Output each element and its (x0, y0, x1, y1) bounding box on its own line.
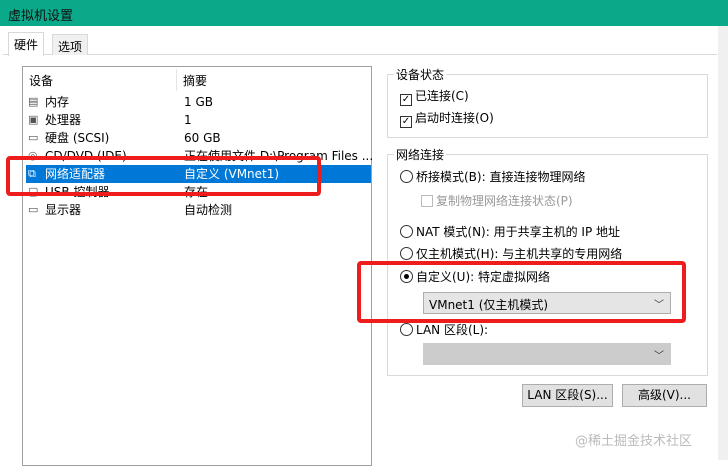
device-name: 硬盘 (SCSI) (45, 131, 110, 145)
lan-segment-select[interactable]: ﹀ (423, 343, 671, 365)
device-row-cpu[interactable]: ▣ 处理器 1 (26, 111, 371, 129)
radio-label: LAN 区段(L): (416, 323, 489, 337)
device-summary: 自动检测 (184, 203, 233, 217)
group-title: 网络连接 (394, 146, 447, 163)
radio-icon (400, 170, 413, 183)
window-edge (718, 26, 728, 460)
tab-label: 硬件 (14, 38, 39, 52)
device-summary: 1 (184, 113, 192, 127)
device-summary: 60 GB (184, 131, 221, 145)
checkbox-icon (421, 195, 433, 207)
group-title: 设备状态 (394, 66, 447, 83)
check-icon: ✓ (400, 116, 412, 128)
checkbox-label: 复制物理网络连接状态(P) (436, 194, 573, 208)
radio-label: 桥接模式(B): 直接连接物理网络 (416, 170, 586, 184)
connect-on-start-checkbox[interactable]: ✓ 启动时连接(O) (400, 109, 494, 128)
device-name: 内存 (45, 95, 70, 109)
memory-icon: ▤ (28, 95, 39, 108)
bridged-radio[interactable]: 桥接模式(B): 直接连接物理网络 (400, 168, 585, 186)
nat-radio[interactable]: NAT 模式(N): 用于共享主机的 IP 地址 (400, 223, 620, 241)
device-row-memory[interactable]: ▤ 内存 1 GB (26, 93, 371, 111)
radio-label: NAT 模式(N): 用于共享主机的 IP 地址 (416, 225, 621, 239)
radio-label: 仅主机模式(H): 与主机共享的专用网络 (416, 247, 623, 261)
device-summary: 1 GB (184, 95, 213, 109)
check-icon: ✓ (400, 94, 412, 106)
radio-icon (400, 225, 413, 238)
display-icon: ▭ (28, 203, 39, 216)
lan-segments-button[interactable]: LAN 区段(S)... (522, 384, 613, 407)
device-status-group: 设备状态 ✓ 已连接(C) ✓ 启动时连接(O) (387, 66, 708, 138)
device-name: 显示器 (45, 203, 82, 217)
radio-icon (400, 247, 413, 260)
title-bar: 虚拟机设置 (0, 0, 728, 26)
device-name: 处理器 (45, 113, 82, 127)
radio-icon (400, 323, 413, 336)
chevron-down-icon: ﹀ (654, 351, 664, 362)
column-header-device[interactable]: 设备 (29, 72, 53, 90)
checkbox-label: 启动时连接(O) (415, 111, 494, 125)
column-header-summary[interactable]: 摘要 (183, 72, 207, 90)
column-divider (176, 69, 177, 91)
disk-icon: ▭ (28, 131, 39, 144)
highlight-box (357, 261, 686, 323)
highlight-box (6, 156, 321, 196)
tab-label: 选项 (58, 40, 83, 54)
connected-checkbox[interactable]: ✓ 已连接(C) (400, 87, 469, 106)
watermark: @稀土掘金技术社区 (575, 434, 693, 449)
device-row-disk[interactable]: ▭ 硬盘 (SCSI) 60 GB (26, 129, 371, 147)
cpu-icon: ▣ (28, 113, 39, 126)
advanced-button[interactable]: 高级(V)... (622, 384, 707, 407)
lan-segment-radio[interactable]: LAN 区段(L): (400, 321, 488, 339)
device-row-display[interactable]: ▭ 显示器 自动检测 (26, 201, 371, 219)
device-list[interactable]: 设备 摘要 ▤ 内存 1 GB ▣ 处理器 1 ▭ 硬盘 (SCSI) 60 GB ◎ CD/… (22, 66, 373, 466)
checkbox-label: 已连接(C) (415, 89, 469, 103)
window-title: 虚拟机设置 (8, 9, 74, 24)
tab-hardware[interactable]: 硬件 (8, 32, 45, 56)
replicate-state-checkbox[interactable]: 复制物理网络连接状态(P) (421, 192, 573, 210)
tab-options[interactable]: 选项 (52, 34, 89, 55)
